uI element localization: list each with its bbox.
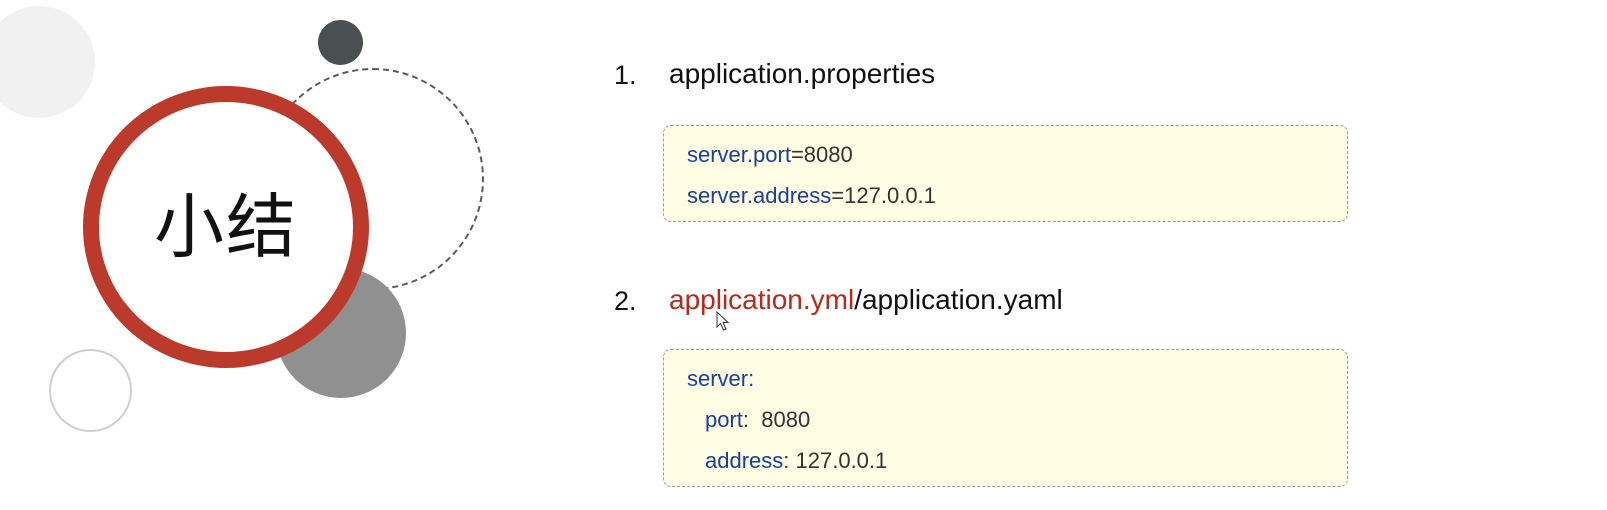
slide-title: 小结: [154, 186, 298, 268]
code-value: 8080: [761, 407, 811, 432]
item-1-title-text: application.properties: [669, 58, 936, 89]
code-line: port: 8080: [705, 407, 810, 433]
code-key: server.address: [687, 183, 832, 208]
title-ring: 小结: [83, 86, 369, 368]
code-separator: =: [790, 142, 804, 167]
code-value: 127.0.0.1: [844, 183, 936, 208]
decorative-light-circle: [0, 6, 95, 118]
yaml-code-box: server: port: 8080 address: 127.0.0.1: [663, 349, 1348, 487]
decorative-dark-dot: [318, 20, 363, 65]
item-1-number: 1.: [614, 60, 637, 90]
item-1-title: application.properties: [669, 58, 935, 90]
code-value: 8080: [803, 142, 853, 167]
code-key: server.port: [687, 142, 791, 167]
code-key: address: [705, 448, 784, 473]
code-key: port: [705, 407, 743, 432]
decorative-outline-circle: [49, 349, 132, 432]
code-key: server: [687, 366, 749, 391]
code-separator: :: [748, 366, 755, 391]
properties-code-box: server.port=8080 server.address=127.0.0.…: [663, 125, 1348, 222]
code-line: server:: [687, 366, 754, 392]
item-2-title-rest: /application.yaml: [854, 284, 1063, 315]
code-line: address: 127.0.0.1: [705, 448, 887, 474]
mouse-cursor-icon: [716, 311, 730, 331]
code-separator: =: [831, 183, 845, 208]
code-separator: :: [742, 407, 762, 432]
item-2-number: 2.: [614, 286, 637, 316]
code-line: server.address=127.0.0.1: [687, 183, 936, 209]
code-separator: :: [783, 448, 796, 473]
code-line: server.port=8080: [687, 142, 853, 168]
item-2-title-highlight: application.yml: [669, 284, 855, 315]
code-value: 127.0.0.1: [795, 448, 888, 473]
